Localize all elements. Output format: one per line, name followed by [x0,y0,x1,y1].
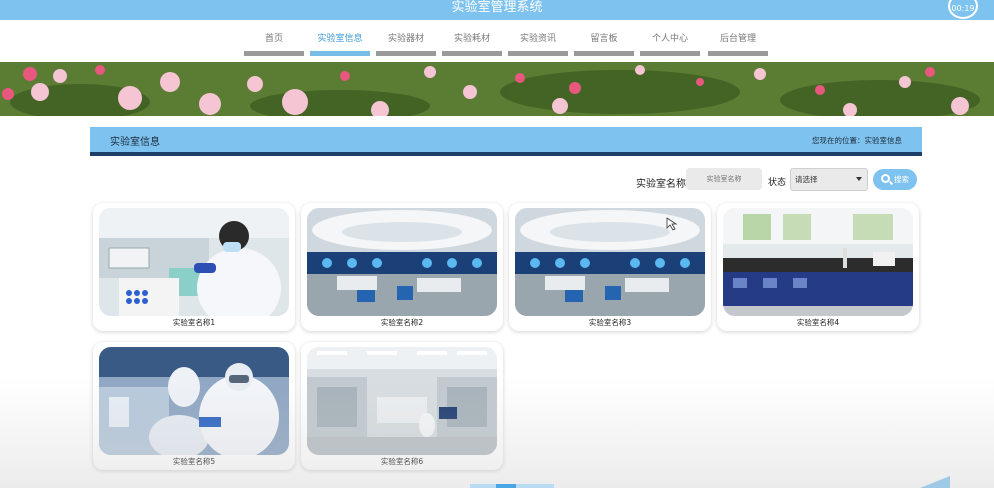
lab-card-caption: 实验室名称1 [172,318,216,327]
search-button[interactable]: 搜索 [873,169,917,190]
lab-card-caption: 实验室名称4 [796,318,840,327]
title-bar: 实验室管理系统 00:19 [0,0,994,20]
lab-card[interactable]: 实验室名称5 [93,342,295,470]
nav-item-underline [244,51,304,56]
nav-item-underline [442,51,502,56]
nav-item-label: 实验室信息 [317,34,363,44]
status-select[interactable]: 请选择 [790,168,868,191]
lab-image[interactable] [515,208,705,316]
search-icon [881,174,890,183]
nav-item-label: 后台管理 [719,34,756,44]
main-nav: 首页 实验室信息 实验器材 实验耗材 实验资讯 留言板 个人中心 后台管理 [0,20,994,62]
status-label: 状态 [768,178,787,188]
banner-image [0,62,994,116]
lab-card-caption: 实验室名称2 [380,318,424,327]
lab-card-caption: 实验室名称5 [172,457,216,466]
nav-item-consumables[interactable]: 实验耗材 [442,32,502,56]
nav-item-label: 首页 [264,34,283,44]
corner-decoration [920,476,950,488]
lab-card-caption: 实验室名称6 [380,457,424,466]
breadcrumb: 您现在的位置：实验室信息 [812,136,902,145]
lab-card[interactable]: 实验室名称1 [93,203,295,331]
pagination-bar[interactable] [470,484,554,488]
nav-item-underline [310,51,370,56]
lab-image[interactable] [307,347,497,455]
lab-name-input[interactable] [686,168,762,190]
nav-item-underline [508,51,568,56]
search-button-label: 搜索 [894,175,909,184]
chevron-down-icon [856,177,862,181]
nav-item-underline [376,51,436,56]
nav-item-label: 实验器材 [387,34,424,44]
section-title: 实验室信息 [110,137,160,148]
nav-item-label: 实验耗材 [453,34,490,44]
nav-item-equipment[interactable]: 实验器材 [376,32,436,56]
lab-card[interactable]: 实验室名称4 [717,203,919,331]
nav-item-news[interactable]: 实验资讯 [508,32,568,56]
lab-name-label: 实验室名称 [636,179,686,190]
nav-item-underline [574,51,634,56]
nav-item-underline [708,51,768,56]
search-bar: 实验室名称 状态 请选择 搜索 [0,167,994,193]
lab-card[interactable]: 实验室名称3 [509,203,711,331]
section-header: 实验室信息 您现在的位置：实验室信息 [90,127,922,156]
nav-item-admin[interactable]: 后台管理 [708,32,768,56]
lab-image[interactable] [99,208,289,316]
nav-item-home[interactable]: 首页 [244,32,304,56]
nav-item-label: 留言板 [590,34,618,44]
nav-item-lab-info[interactable]: 实验室信息 [310,32,370,56]
lab-card[interactable]: 实验室名称6 [301,342,503,470]
lab-card[interactable]: 实验室名称2 [301,203,503,331]
nav-item-personal-center[interactable]: 个人中心 [640,32,700,56]
lab-image[interactable] [723,208,913,316]
lab-image[interactable] [99,347,289,455]
nav-item-label: 实验资讯 [519,34,556,44]
lab-image[interactable] [307,208,497,316]
status-select-value: 请选择 [795,175,818,184]
lab-card-caption: 实验室名称3 [588,318,632,327]
nav-item-label: 个人中心 [651,34,688,44]
app-title: 实验室管理系统 [451,0,543,15]
nav-item-underline [640,51,700,56]
nav-item-message-board[interactable]: 留言板 [574,32,634,56]
pagination-current[interactable] [496,484,516,488]
